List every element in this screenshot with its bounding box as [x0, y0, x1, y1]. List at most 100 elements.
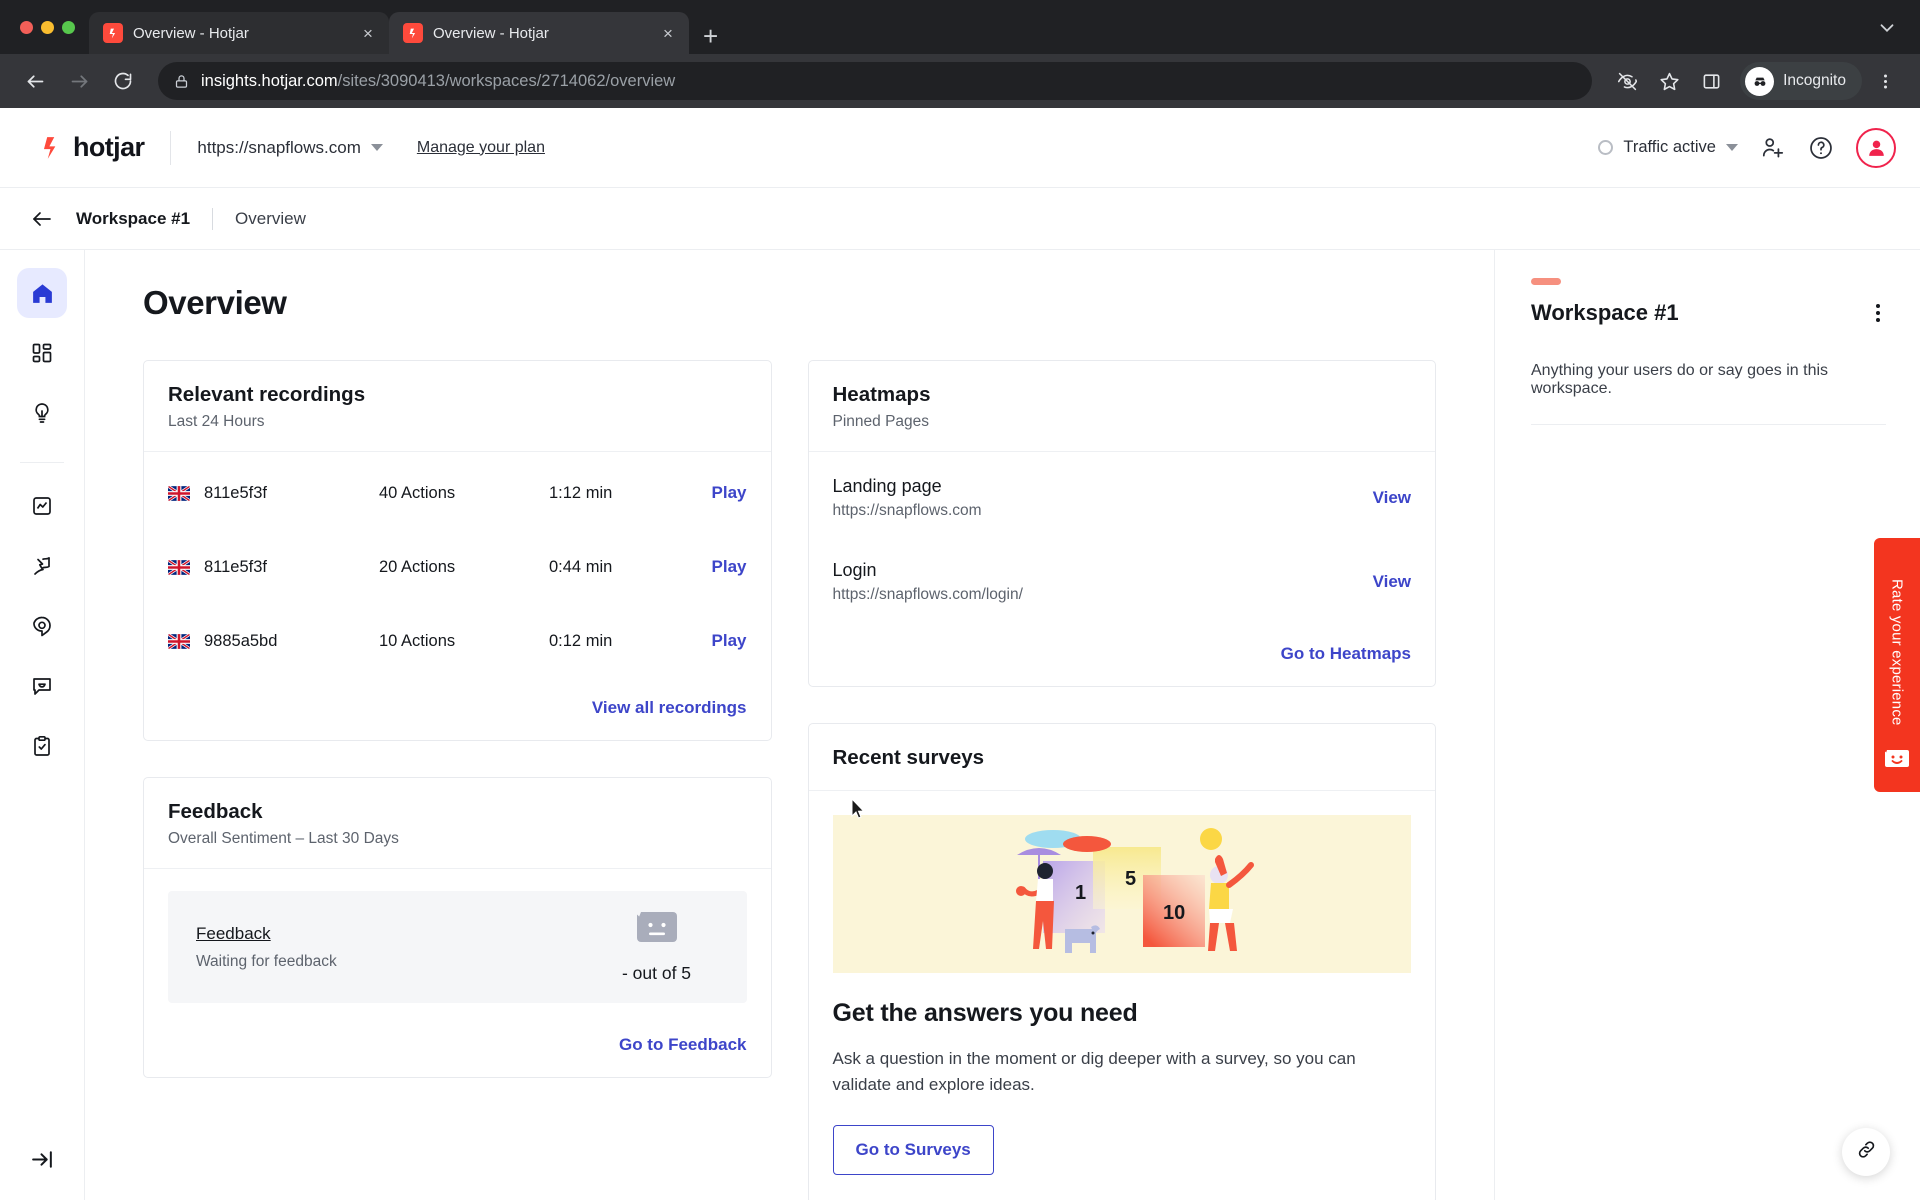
list-item[interactable]: Login https://snapflows.com/login/ View [833, 540, 1412, 624]
sidebar-item-home[interactable] [17, 268, 67, 318]
heatmap-page-name: Login [832, 560, 877, 580]
card-footer: View all recordings [144, 682, 771, 740]
kebab-menu-icon[interactable] [1866, 62, 1904, 100]
traffic-status-selector[interactable]: Traffic active [1598, 138, 1738, 157]
tab-list-chevron-down-icon[interactable] [1876, 17, 1920, 44]
uk-flag-icon [168, 559, 190, 575]
hotjar-logo-mark-icon [38, 135, 64, 161]
go-to-feedback-link[interactable]: Go to Feedback [619, 1035, 747, 1055]
copy-link-button[interactable] [1842, 1128, 1890, 1176]
workspace-description: Anything your users do or say goes in th… [1531, 362, 1886, 425]
side-panel-icon[interactable] [1692, 62, 1730, 100]
window-close-button[interactable] [20, 20, 33, 34]
back-arrow-icon[interactable] [30, 207, 54, 231]
card-header: Relevant recordings Last 24 Hours [144, 361, 771, 452]
card-footer: Go to Feedback [144, 1019, 771, 1077]
browser-tab-2[interactable]: Overview - Hotjar × [389, 12, 689, 54]
heatmap-info: Landing page https://snapflows.com [833, 476, 1373, 520]
bookmark-star-icon[interactable] [1650, 62, 1688, 100]
sidebar-item-dashboards[interactable] [17, 328, 67, 378]
reload-icon[interactable] [104, 62, 142, 100]
tab-close-icon[interactable]: × [657, 25, 679, 42]
user-avatar[interactable] [1856, 127, 1896, 168]
table-row[interactable]: 811e5f3f 20 Actions 0:44 min Play [168, 530, 747, 604]
feedback-widget-link[interactable]: Feedback [196, 924, 567, 944]
sidebar-item-recordings[interactable] [17, 541, 67, 591]
rate-your-experience-tab[interactable]: Rate your experience [1874, 538, 1920, 792]
recording-actions: 40 Actions [379, 483, 456, 502]
play-recording-link[interactable]: Play [712, 557, 747, 577]
card-title: Relevant recordings [168, 383, 366, 406]
forward-arrow-icon[interactable] [60, 62, 98, 100]
recording-id: 811e5f3f [204, 557, 268, 576]
window-minimize-button[interactable] [41, 20, 54, 34]
sidebar-rail [0, 250, 85, 1200]
card-subtitle: Last 24 Hours [168, 413, 265, 430]
app-header: hotjar https://snapflows.com Manage your… [0, 108, 1920, 188]
heatmap-page-url: https://snapflows.com [832, 502, 982, 519]
new-tab-button[interactable]: + [703, 23, 718, 49]
window-maximize-button[interactable] [62, 20, 75, 34]
hotjar-logo[interactable]: hotjar [38, 132, 145, 163]
card-title: Heatmaps [832, 383, 931, 406]
heatmaps-card: Heatmaps Pinned Pages Landing page https… [807, 360, 1436, 687]
feedback-status: Waiting for feedback [196, 952, 337, 970]
url-domain: insights.hotjar.com [201, 71, 338, 90]
app-body: Overview Relevant recordings Last 24 Hou… [0, 250, 1920, 1200]
smiley-feedback-icon [1884, 749, 1910, 778]
workspace-header: Workspace #1 [1531, 298, 1886, 328]
sidebar-item-surveys[interactable] [17, 721, 67, 771]
sidebar-collapse-button[interactable] [0, 1147, 84, 1172]
table-row[interactable]: 811e5f3f 40 Actions 1:12 min Play [168, 456, 747, 530]
header-divider [170, 130, 172, 165]
sidebar-item-feedback[interactable] [17, 661, 67, 711]
list-item[interactable]: Landing page https://snapflows.com View [833, 456, 1412, 540]
card-header: Heatmaps Pinned Pages [808, 361, 1435, 452]
view-heatmap-link[interactable]: View [1373, 572, 1411, 592]
incognito-profile-button[interactable]: Incognito [1740, 62, 1862, 100]
recent-surveys-card: Recent surveys 1 5 10 Get the answers yo… [807, 723, 1436, 1200]
feedback-score-block: - out of 5 [567, 891, 747, 1003]
site-selector[interactable]: https://snapflows.com [197, 138, 383, 158]
kebab-menu-icon[interactable] [1870, 298, 1886, 328]
main-content: Overview Relevant recordings Last 24 Hou… [85, 250, 1494, 1200]
browser-tab-1[interactable]: Overview - Hotjar × [89, 12, 389, 54]
go-to-heatmaps-link[interactable]: Go to Heatmaps [1281, 644, 1411, 664]
address-bar[interactable]: insights.hotjar.com/sites/3090413/worksp… [158, 62, 1593, 100]
tab-title: Overview - Hotjar [433, 24, 549, 42]
breadcrumb-workspace[interactable]: Workspace #1 [76, 209, 190, 229]
table-row[interactable]: 9885a5bd 10 Actions 0:12 min Play [168, 604, 747, 678]
eye-off-icon[interactable] [1608, 62, 1646, 100]
link-icon [1856, 1139, 1877, 1165]
card-title: Feedback [168, 800, 263, 823]
hotjar-logo-text: hotjar [73, 132, 145, 162]
feedback-body: Feedback Waiting for feedback - out of 5 [144, 869, 771, 1019]
view-heatmap-link[interactable]: View [1373, 488, 1411, 508]
window-controls[interactable] [14, 0, 89, 54]
play-recording-link[interactable]: Play [712, 483, 747, 503]
recording-duration: 0:44 min [549, 557, 613, 576]
traffic-status-indicator-icon [1598, 140, 1614, 155]
hotjar-favicon-icon [103, 23, 123, 43]
manage-plan-link[interactable]: Manage your plan [417, 139, 545, 157]
recording-actions: 10 Actions [379, 631, 456, 650]
left-column: Relevant recordings Last 24 Hours 811e5f… [143, 360, 772, 1078]
url-text: insights.hotjar.com/sites/3090413/worksp… [201, 72, 675, 91]
view-all-recordings-link[interactable]: View all recordings [592, 698, 747, 718]
sidebar-item-heatmaps[interactable] [17, 601, 67, 651]
sidebar-divider [20, 462, 64, 463]
hotjar-favicon-icon [403, 23, 423, 43]
sidebar-item-trends[interactable] [17, 481, 67, 531]
go-to-surveys-button[interactable]: Go to Surveys [832, 1124, 994, 1175]
recording-actions: 20 Actions [379, 557, 456, 576]
surveys-heading: Get the answers you need [832, 999, 1138, 1027]
help-circle-icon[interactable] [1808, 135, 1834, 161]
play-recording-link[interactable]: Play [712, 631, 747, 651]
tab-title: Overview - Hotjar [133, 24, 249, 42]
uk-flag-icon [168, 633, 190, 649]
tab-close-icon[interactable]: × [357, 25, 379, 42]
recording-duration: 1:12 min [549, 483, 613, 502]
back-arrow-icon[interactable] [16, 62, 54, 100]
sidebar-item-insights[interactable] [17, 388, 67, 438]
add-user-icon[interactable] [1760, 135, 1786, 161]
